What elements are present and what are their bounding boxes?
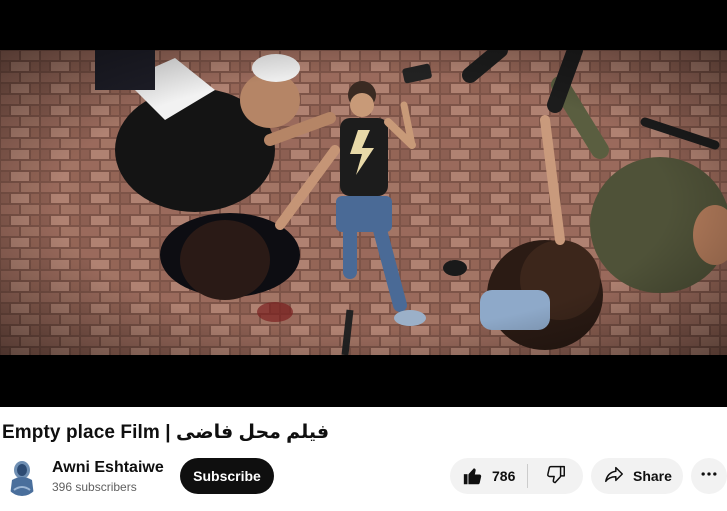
like-button[interactable]: 786	[450, 458, 527, 494]
share-label: Share	[633, 468, 672, 484]
subscriber-count: 396 subscribers	[52, 480, 137, 494]
dislike-button[interactable]	[528, 458, 583, 494]
avatar-silhouette-icon[interactable]	[4, 456, 40, 496]
letterbox-top	[0, 0, 727, 50]
channel-name[interactable]: Awni Eshtaiwe	[52, 459, 164, 477]
thumbs-up-icon	[462, 465, 484, 487]
more-horizontal-icon	[699, 464, 719, 489]
letterbox-bottom	[0, 355, 727, 407]
subscribe-button[interactable]: Subscribe	[180, 458, 274, 494]
like-dislike-group: 786	[450, 458, 583, 494]
like-count: 786	[492, 468, 516, 484]
video-frame[interactable]	[0, 50, 727, 355]
share-button[interactable]: Share	[591, 458, 683, 494]
channel-row: Awni Eshtaiwe 396 subscribers Subscribe …	[0, 455, 727, 497]
video-player[interactable]	[0, 0, 727, 407]
more-actions-button[interactable]	[691, 458, 727, 494]
video-frame-image	[0, 50, 727, 355]
share-arrow-icon	[603, 463, 625, 490]
video-title: Empty place Film | فيلم محل فاضى	[2, 422, 330, 443]
thumbs-down-icon	[545, 463, 567, 490]
